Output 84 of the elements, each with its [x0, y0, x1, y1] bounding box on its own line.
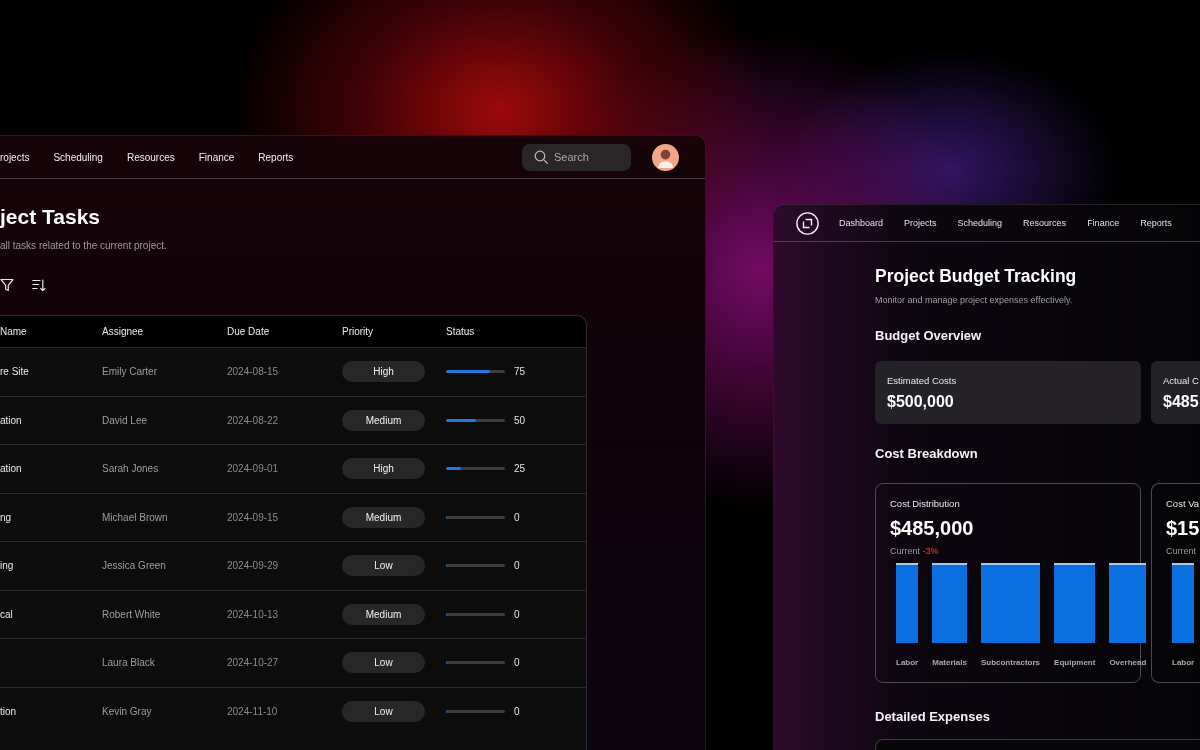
- priority-badge: Low: [342, 652, 425, 674]
- search-icon: [534, 150, 548, 164]
- table-cell: 2024-08-22: [227, 413, 279, 427]
- table-cell: David Lee: [102, 413, 148, 427]
- table-cell: 2024-09-29: [227, 559, 279, 573]
- priority-badge: Low: [342, 700, 425, 722]
- nav-link[interactable]: Resources: [126, 150, 175, 164]
- column-header: Assignee: [102, 325, 144, 338]
- section-heading: Budget Overview: [875, 328, 982, 344]
- nav-link[interactable]: rojects: [0, 150, 30, 164]
- column-header: Due Date: [227, 325, 270, 338]
- table-cell: Sarah Jones: [102, 462, 159, 476]
- nav-link[interactable]: Resources: [1023, 217, 1067, 229]
- column-header: Name: [0, 325, 27, 338]
- page-subtitle: Monitor and manage project expenses effectively.: [875, 294, 1073, 306]
- nav-link[interactable]: Scheduling: [957, 217, 1003, 229]
- chart-title: Cost Distribution: [890, 498, 960, 510]
- priority-badge: High: [342, 458, 425, 480]
- table-cell: 2024-09-15: [227, 510, 279, 524]
- table-cell: tion: [0, 704, 17, 718]
- page-title: Project Budget Tracking: [875, 265, 1077, 287]
- stat-value: $485: [1163, 392, 1199, 412]
- priority-badge: Medium: [342, 603, 425, 625]
- column-header: Priority: [342, 325, 374, 338]
- table-cell: ation: [0, 462, 22, 476]
- bar-label: Overhead: [1109, 658, 1147, 668]
- section-heading: Cost Breakdown: [875, 446, 978, 462]
- user-avatar[interactable]: [652, 143, 679, 171]
- table-cell: Laura Black: [102, 656, 155, 670]
- bar-label: Equipment: [1054, 658, 1096, 668]
- stat-value: $500,000: [887, 392, 954, 412]
- table-cell: 2024-10-13: [227, 607, 279, 621]
- nav-link[interactable]: Projects: [904, 217, 937, 229]
- progress-value: 0: [514, 510, 520, 524]
- nav-link[interactable]: Reports: [258, 150, 294, 164]
- table-cell: ation: [0, 413, 22, 427]
- progress-value: 0: [514, 559, 520, 573]
- priority-badge: High: [342, 361, 425, 383]
- chart-value: $485,000: [890, 516, 974, 540]
- stat-label: Actual C: [1163, 375, 1199, 387]
- progress-value: 50: [514, 413, 526, 427]
- nav-link[interactable]: Reports: [1140, 217, 1172, 229]
- page-subtitle: all tasks related to the current project.: [0, 239, 167, 252]
- progress-value: 0: [514, 704, 520, 718]
- nav-link[interactable]: Finance: [198, 150, 235, 164]
- table-cell: 2024-09-01: [227, 462, 279, 476]
- filter-icon[interactable]: [0, 278, 14, 292]
- table-cell: Robert White: [102, 607, 161, 621]
- progress-value: 75: [514, 365, 526, 379]
- progress-value: 25: [514, 462, 526, 476]
- nav-link[interactable]: Dashboard: [839, 217, 884, 229]
- table-cell: ng: [0, 510, 12, 524]
- table-cell: re Site: [0, 365, 29, 379]
- table-cell: Emily Carter: [102, 365, 157, 379]
- bar-label: Labor: [1172, 658, 1195, 668]
- sort-icon[interactable]: [32, 278, 46, 292]
- table-cell: 2024-10-27: [227, 656, 279, 670]
- progress-value: 0: [514, 607, 520, 621]
- stat-label: Estimated Costs: [887, 375, 957, 387]
- search-field[interactable]: Search: [522, 143, 631, 171]
- priority-badge: Medium: [342, 506, 425, 528]
- priority-badge: Medium: [342, 409, 425, 431]
- table-cell: Jessica Green: [102, 559, 166, 573]
- priority-badge: Low: [342, 555, 425, 577]
- chart-note: Current: [1166, 546, 1196, 557]
- table-cell: 2024-11-10: [227, 704, 278, 718]
- bar-label: Materials: [932, 658, 967, 668]
- table-cell: Michael Brown: [102, 510, 168, 524]
- logo-icon[interactable]: [796, 211, 819, 235]
- nav-link[interactable]: Finance: [1087, 217, 1120, 229]
- chart-title: Cost Va: [1166, 498, 1200, 510]
- table-cell: cal: [0, 607, 13, 621]
- table-cell: Kevin Gray: [102, 704, 152, 718]
- table-cell: ing: [0, 559, 14, 573]
- table-cell: 2024-08-15: [227, 365, 279, 379]
- progress-value: 0: [514, 656, 520, 670]
- bar-label: Subcontractors: [980, 658, 1041, 668]
- column-header: Status: [446, 325, 475, 338]
- page-title: ject Tasks: [0, 204, 100, 230]
- chart-value: $15: [1166, 516, 1200, 540]
- bar-label: Labor: [896, 658, 919, 668]
- nav-link[interactable]: Scheduling: [53, 150, 103, 164]
- section-heading: Detailed Expenses: [875, 709, 990, 725]
- chart-note: Current -3%: [890, 546, 939, 557]
